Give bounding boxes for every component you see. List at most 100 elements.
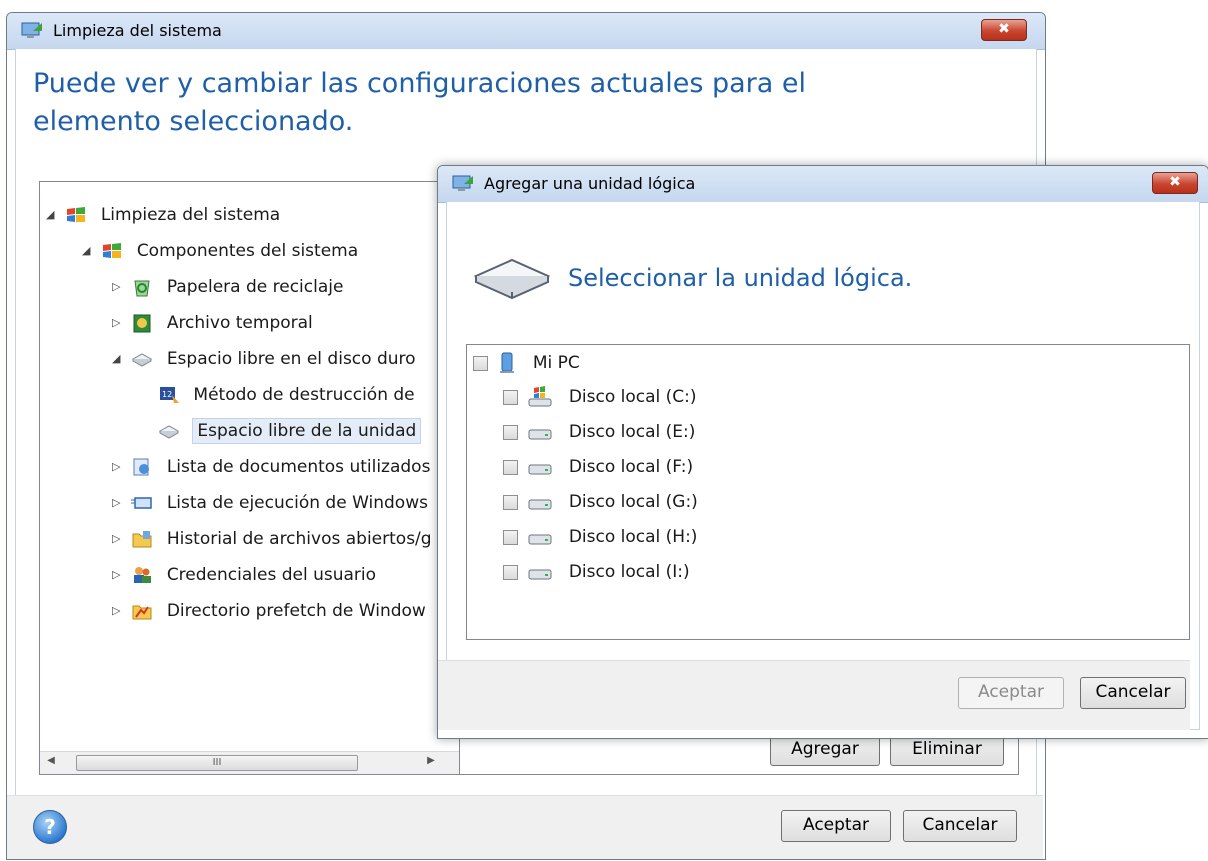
tree-item-historial-archivos[interactable]: ▷ Historial de archivos abiertos/g (112, 522, 432, 556)
collapsed-arrow-icon[interactable]: ▷ (112, 594, 126, 628)
collapsed-arrow-icon[interactable]: ▷ (112, 558, 126, 592)
expanded-arrow-icon[interactable]: ◢ (46, 198, 60, 232)
dialog-cancel-button[interactable]: Cancelar (1080, 677, 1186, 709)
page-headline: Puede ver y cambiar las configuraciones … (33, 68, 806, 137)
checkbox[interactable] (503, 529, 518, 545)
expanded-arrow-icon[interactable]: ◢ (112, 342, 126, 376)
scroll-right-arrow-icon[interactable]: ▶ (424, 755, 438, 766)
main-window-title: Limpieza del sistema (53, 21, 222, 40)
tree-item-label: Lista de documentos utilizados (166, 457, 431, 477)
list-item-label: Disco local (C:) (568, 387, 697, 407)
hard-drive-icon (528, 429, 552, 440)
hard-drive-icon (528, 569, 552, 580)
dialog-title: Agregar una unidad lógica (484, 174, 696, 193)
drive-icon (132, 353, 153, 367)
tree-panel: ◢ Limpieza del sistema ◢ Componentes del… (39, 181, 461, 775)
list-item-drive-g[interactable]: Disco local (G:) (503, 488, 698, 516)
dialog-heading: Seleccionar la unidad lógica. (568, 264, 913, 292)
tree-item-label: Componentes del sistema (136, 241, 359, 261)
hard-drive-icon (528, 534, 552, 545)
checkbox[interactable] (503, 389, 518, 405)
tree-item-limpieza[interactable]: ◢ Limpieza del sistema (46, 198, 280, 232)
list-item-drive-f[interactable]: Disco local (F:) (503, 453, 693, 481)
tree-item-lista-documentos[interactable]: ▷ Lista de documentos utilizados (112, 450, 430, 484)
hard-drive-icon (528, 464, 552, 475)
list-item-drive-e[interactable]: Disco local (E:) (503, 418, 695, 446)
tree-item-papelera[interactable]: ▷ Papelera de reciclaje (112, 270, 343, 304)
tree-item-label: Directorio prefetch de Window (166, 601, 426, 621)
tree-item-label: Método de destrucción de (193, 385, 415, 405)
logical-drive-icon (473, 258, 551, 300)
tree-item-label: Lista de ejecución de Windows (166, 493, 428, 513)
checkbox[interactable] (503, 564, 518, 580)
drive-list: Mi PC Disco local (C:) Disco local (E:) (466, 344, 1190, 640)
checkbox[interactable] (503, 494, 518, 510)
dialog-footer: Aceptar Cancelar (438, 660, 1190, 730)
tree-item-label: Limpieza del sistema (100, 205, 281, 225)
tree-item-componentes[interactable]: ◢ Componentes del sistema (82, 234, 358, 268)
collapsed-arrow-icon[interactable]: ▷ (112, 270, 126, 304)
help-icon[interactable]: ? (33, 810, 67, 844)
checkbox[interactable] (503, 459, 518, 475)
tree-item-label: Espacio libre en el disco duro (166, 349, 416, 369)
list-item-mi-pc[interactable]: Mi PC (473, 349, 580, 377)
tree-item-label: Papelera de reciclaje (166, 277, 344, 297)
windows-flag-icon (67, 207, 86, 222)
scrollbar-thumb[interactable]: III (76, 755, 358, 771)
tree-item-credenciales[interactable]: ▷ Credenciales del usuario (112, 558, 376, 592)
recycle-bin-icon (134, 280, 150, 297)
users-icon (134, 567, 152, 583)
list-item-label: Disco local (F:) (568, 457, 694, 477)
tree-item-label: Espacio libre de la unidad (192, 418, 422, 444)
temp-file-icon (133, 314, 151, 333)
list-item-label: Disco local (I:) (568, 562, 690, 582)
hard-drive-icon (528, 499, 552, 510)
prefetch-folder-icon (132, 605, 152, 620)
documents-icon (133, 458, 150, 476)
system-drive-icon (528, 386, 552, 407)
cancel-button[interactable]: Cancelar (903, 810, 1017, 842)
windows-flag-icon (103, 243, 122, 258)
drive-icon (158, 425, 180, 439)
collapsed-arrow-icon[interactable]: ▷ (112, 486, 126, 520)
tree-horizontal-scrollbar[interactable]: ◀ III ▶ (40, 751, 460, 774)
cleanup-app-icon (452, 175, 473, 191)
cleanup-app-icon (21, 22, 42, 38)
list-item-drive-h[interactable]: Disco local (H:) (503, 523, 697, 551)
tree-item-metodo-destruccion[interactable]: 12 Método de destrucción de (158, 378, 415, 412)
dialog-close-button[interactable]: ✖ (1152, 172, 1198, 194)
list-item-drive-c[interactable]: Disco local (C:) (503, 383, 697, 411)
tree-item-espacio-libre-unidad[interactable]: Espacio libre de la unidad (158, 414, 422, 448)
add-drive-dialog: Agregar una unidad lógica ✖ Seleccionar … (437, 165, 1208, 739)
collapsed-arrow-icon[interactable]: ▷ (112, 306, 126, 340)
svg-text:12: 12 (162, 390, 172, 399)
main-titlebar[interactable]: Limpieza del sistema ✖ (7, 13, 1045, 50)
list-item-drive-i[interactable]: Disco local (I:) (503, 558, 690, 586)
dialog-ok-button[interactable]: Aceptar (958, 677, 1064, 709)
collapsed-arrow-icon[interactable]: ▷ (112, 450, 126, 484)
tree-item-label: Historial de archivos abiertos/g (166, 529, 432, 549)
list-item-label: Mi PC (532, 353, 580, 373)
background-strip (0, 0, 1208, 10)
checkbox[interactable] (503, 424, 518, 440)
tree-item-prefetch[interactable]: ▷ Directorio prefetch de Window (112, 594, 426, 628)
main-close-button[interactable]: ✖ (981, 19, 1027, 41)
tree-item-lista-ejecucion[interactable]: ▷ Lista de ejecución de Windows (112, 486, 428, 520)
tree-item-espacio-libre-disco[interactable]: ◢ Espacio libre en el disco duro (112, 342, 416, 376)
calendar-icon: 12 (160, 387, 179, 403)
folder-icon (132, 531, 152, 548)
tree-item-archivo-temporal[interactable]: ▷ Archivo temporal (112, 306, 313, 340)
tree-item-label: Credenciales del usuario (166, 565, 377, 585)
expanded-arrow-icon[interactable]: ◢ (82, 234, 96, 268)
list-item-label: Disco local (H:) (568, 527, 698, 547)
dialog-titlebar[interactable]: Agregar una unidad lógica ✖ (438, 166, 1208, 203)
list-item-label: Disco local (E:) (568, 422, 696, 442)
scroll-left-arrow-icon[interactable]: ◀ (44, 755, 58, 766)
ok-button[interactable]: Aceptar (781, 810, 891, 842)
main-footer: ? Aceptar Cancelar (7, 795, 1043, 859)
collapsed-arrow-icon[interactable]: ▷ (112, 522, 126, 556)
checkbox[interactable] (473, 355, 488, 371)
tree-item-label: Archivo temporal (166, 313, 313, 333)
computer-icon (500, 352, 515, 373)
run-icon (131, 497, 153, 509)
